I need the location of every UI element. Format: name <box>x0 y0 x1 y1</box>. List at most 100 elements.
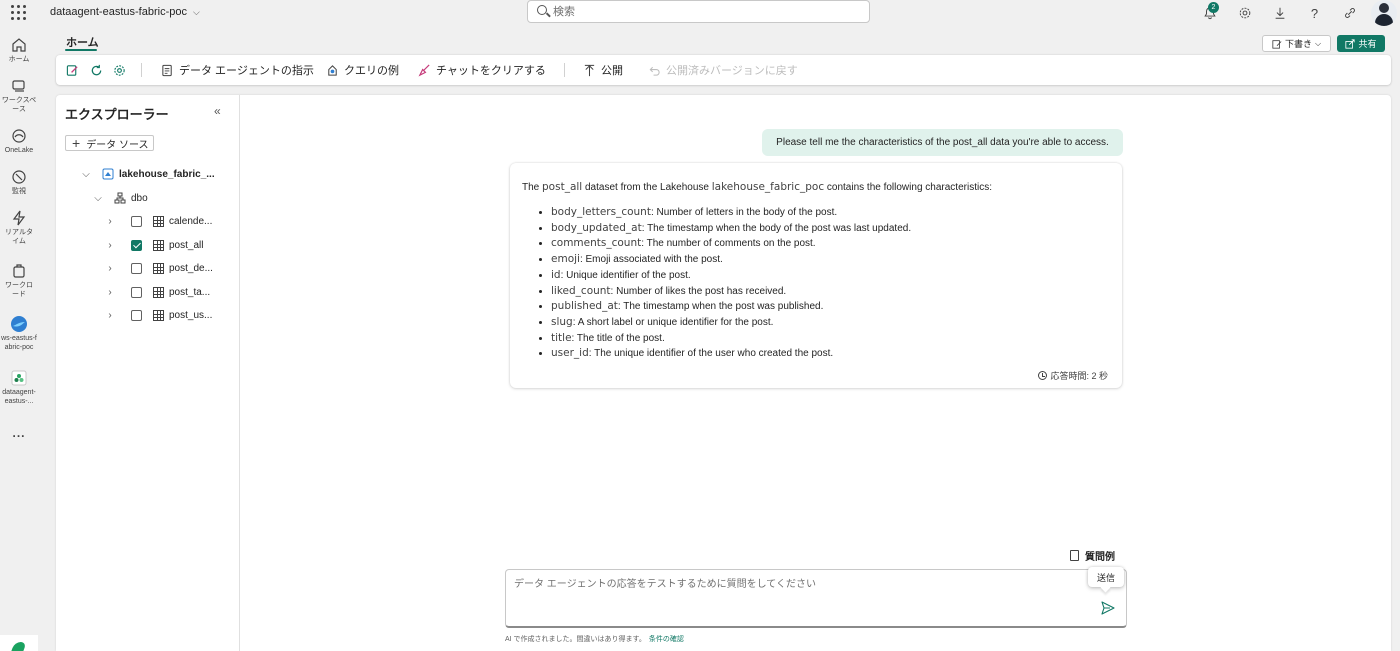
share-button[interactable]: 共有 <box>1337 35 1385 52</box>
table-icon <box>153 286 164 298</box>
question-examples-button[interactable]: 質問例 <box>1070 548 1115 563</box>
workload-icon <box>13 264 25 278</box>
send-icon[interactable] <box>1100 600 1116 616</box>
table-row[interactable]: › post_us... <box>104 307 212 323</box>
tree-schema[interactable]: ⌵ dbo <box>92 190 148 206</box>
gear-icon <box>1239 7 1250 19</box>
search-box[interactable] <box>527 0 870 23</box>
field-desc: : A short label or unique identifier for… <box>572 316 774 328</box>
table-checkbox[interactable] <box>131 286 142 298</box>
ai-disclaimer: AI で作成されました。間違いはあり得ます。 条件の確認 <box>505 634 684 644</box>
table-checkbox[interactable] <box>131 262 142 274</box>
table-row[interactable]: › post_all <box>104 237 203 253</box>
table-row[interactable]: › post_de... <box>104 260 213 276</box>
question-mark-icon: ? <box>1310 5 1319 21</box>
rail-label-workload: ワークロード <box>5 282 33 298</box>
rail-item-dataagent[interactable]: dataagent-eastus-... <box>0 369 38 406</box>
rail-item-home[interactable]: ホーム <box>0 36 38 64</box>
chevron-right-icon[interactable]: › <box>104 263 116 274</box>
response-time-label: 応答時間: 2 秒 <box>1050 371 1108 381</box>
send-tooltip: 送信 <box>1088 567 1124 587</box>
edit-button[interactable] <box>66 62 84 78</box>
table-checkbox[interactable] <box>131 239 142 251</box>
table-name: calende... <box>169 215 213 227</box>
field-desc: : The title of the post. <box>571 332 665 344</box>
table-icon <box>153 215 164 227</box>
main-canvas: エクスプローラー « + データ ソース ⌵ lakehouse_fabric_… <box>56 95 1391 651</box>
publish-button[interactable]: 公開 <box>583 62 623 78</box>
field-desc: : Unique identifier of the post. <box>560 269 691 281</box>
search-input[interactable] <box>553 4 853 20</box>
top-bar: dataagent-eastus-fabric-poc ⌵ 2 ? <box>0 0 1400 26</box>
response-intro: The post_all dataset from the Lakehouse … <box>522 181 992 193</box>
share-feedback-button[interactable] <box>1332 1 1367 25</box>
app-launcher-icon[interactable] <box>11 5 27 21</box>
chevron-down-icon: ⌵ <box>192 7 200 17</box>
download-button[interactable] <box>1262 1 1297 25</box>
workspaces-icon <box>12 80 25 92</box>
tree-lakehouse[interactable]: ⌵ lakehouse_fabric_... <box>80 166 215 182</box>
notifications-button[interactable]: 2 <box>1192 1 1227 25</box>
query-examples-button[interactable]: クエリの例 <box>326 62 399 78</box>
field-name: emoji <box>551 253 580 266</box>
field-desc: : The number of comments on the post. <box>641 238 816 250</box>
table-checkbox[interactable] <box>131 215 142 227</box>
clear-chat-button[interactable]: チャットをクリアする <box>418 62 546 78</box>
table-checkbox[interactable] <box>131 309 142 321</box>
schema-name: dbo <box>131 192 148 204</box>
gear-icon <box>114 64 125 76</box>
fabric-logo-icon[interactable] <box>0 635 38 651</box>
user-avatar[interactable] <box>1371 0 1397 26</box>
chevron-down-icon[interactable]: ⌵ <box>92 193 104 204</box>
help-button[interactable]: ? <box>1297 1 1332 25</box>
instructions-icon <box>162 64 172 76</box>
chevron-down-icon[interactable]: ⌵ <box>80 169 92 180</box>
field-list: body_letters_count: Number of letters in… <box>539 205 911 362</box>
field-desc: : Number of likes the post has received. <box>610 285 787 297</box>
chevron-right-icon[interactable]: › <box>104 287 116 298</box>
field-name: title <box>551 331 572 344</box>
chevron-right-icon[interactable]: › <box>104 310 116 321</box>
chevron-right-icon[interactable]: › <box>104 240 116 251</box>
rail-item-monitor[interactable]: 監視 <box>0 168 38 196</box>
revert-button[interactable]: 公開済みバージョンに戻す <box>648 62 798 78</box>
list-item: liked_count: Number of likes the post ha… <box>539 284 911 300</box>
query-examples-label: クエリの例 <box>344 65 399 77</box>
rail-item-onelake[interactable]: OneLake <box>0 127 38 155</box>
workspace-switcher[interactable]: dataagent-eastus-fabric-poc ⌵ <box>50 6 200 18</box>
refresh-button[interactable] <box>90 62 108 78</box>
realtime-icon <box>12 210 26 226</box>
rail-item-workload[interactable]: ワークロード <box>0 262 38 299</box>
draft-button[interactable]: 下書き ⌵ <box>1262 35 1331 52</box>
field-desc: : The timestamp when the post was publis… <box>617 301 824 313</box>
terms-link[interactable]: 条件の確認 <box>649 636 684 643</box>
chevron-right-icon[interactable]: › <box>104 216 116 227</box>
rail-item-realtime[interactable]: リアルタイム <box>0 209 38 246</box>
more-icon[interactable]: ... <box>0 426 38 440</box>
rail-label-home: ホーム <box>8 56 30 63</box>
response-time: 応答時間: 2 秒 <box>1038 369 1108 382</box>
rail-item-workspace-ws[interactable]: ws-eastus-fabric-poc <box>0 315 38 352</box>
lakehouse-icon <box>102 168 114 180</box>
settings-button[interactable] <box>1227 1 1262 25</box>
table-row[interactable]: › calende... <box>104 213 212 229</box>
instructions-button[interactable]: データ エージェントの指示 <box>161 62 314 78</box>
disclaimer-text: AI で作成されました。間違いはあり得ます。 <box>505 636 646 643</box>
agent-settings-button[interactable] <box>113 62 131 78</box>
table-name: post_us... <box>169 309 213 321</box>
add-data-source-button[interactable]: + データ ソース <box>65 135 154 151</box>
table-row[interactable]: › post_ta... <box>104 284 210 300</box>
intro-text: contains the following characteristics: <box>824 182 992 193</box>
tab-home[interactable]: ホーム <box>66 34 99 50</box>
chat-input[interactable] <box>514 575 1074 595</box>
explorer-title: エクスプローラー <box>65 107 169 122</box>
explorer-panel: エクスプローラー « + データ ソース ⌵ lakehouse_fabric_… <box>56 95 240 651</box>
workspace-title: dataagent-eastus-fabric-poc <box>50 6 187 18</box>
list-item: user_id: The unique identifier of the us… <box>539 346 911 362</box>
chat-input-box[interactable] <box>505 569 1127 628</box>
rail-item-workspaces[interactable]: ワークスペース <box>0 77 38 114</box>
share-icon <box>1345 38 1356 49</box>
publish-label: 公開 <box>601 65 623 77</box>
collapse-panel-icon[interactable]: « <box>214 104 221 118</box>
table-name: post_ta... <box>169 286 211 298</box>
